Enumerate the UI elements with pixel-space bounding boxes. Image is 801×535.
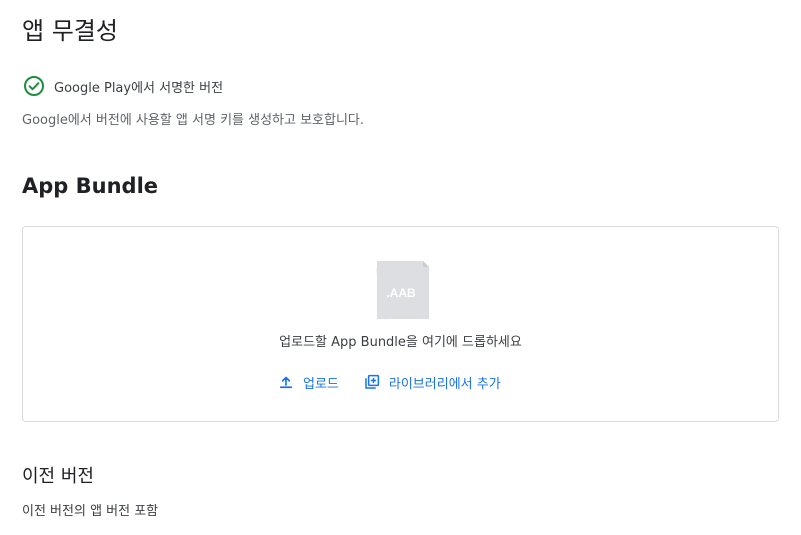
app-bundle-title: App Bundle bbox=[22, 174, 159, 198]
page: 앱 무결성 Google Play에서 서명한 버전 Google에서 버전에 … bbox=[0, 0, 801, 535]
add-from-library-button[interactable]: 라이브러리에서 추가 bbox=[363, 373, 501, 392]
signing-status-label: Google Play에서 서명한 버전 bbox=[54, 80, 224, 96]
library-add-icon bbox=[365, 374, 380, 389]
upload-button[interactable]: 업로드 bbox=[277, 373, 339, 392]
previous-versions-link[interactable]: 이전 버전의 앱 버전 포함 bbox=[22, 501, 158, 523]
aab-file-icon: .AAB bbox=[369, 255, 437, 327]
upload-button-label: 업로드 bbox=[303, 376, 339, 392]
signing-description: Google에서 버전에 사용할 앱 서명 키를 생성하고 보호합니다. bbox=[22, 113, 365, 128]
add-from-library-label: 라이브러리에서 추가 bbox=[388, 376, 501, 392]
dropzone-hint: 업로드할 App Bundle을 여기에 드롭하세요 bbox=[279, 335, 522, 350]
app-bundle-dropzone[interactable]: .AAB 업로드할 App Bundle을 여기에 드롭하세요 업로드 라이브러… bbox=[22, 226, 779, 422]
aab-file-label: .AAB bbox=[386, 286, 416, 300]
upload-icon bbox=[279, 376, 293, 389]
signing-status-row: Google Play에서 서명한 버전 bbox=[22, 74, 223, 98]
app-integrity-title: 앱 무결성 bbox=[22, 17, 118, 45]
dropzone-actions: 업로드 라이브러리에서 추가 bbox=[277, 371, 501, 393]
previous-versions-title: 이전 버전 bbox=[22, 466, 94, 487]
check-circle-icon bbox=[22, 74, 46, 98]
